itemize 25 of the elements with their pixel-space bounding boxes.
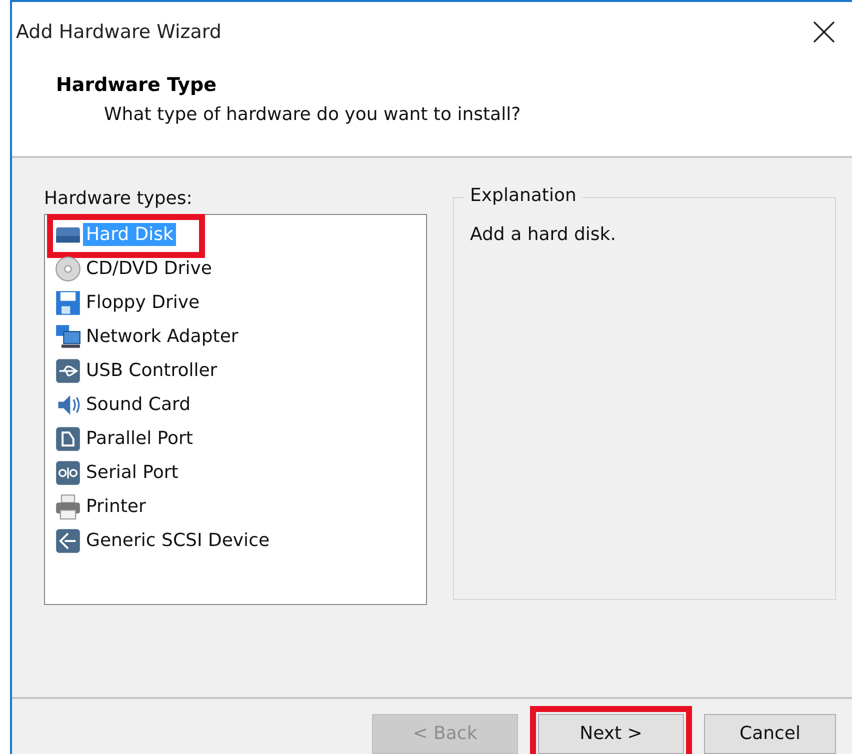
list-item[interactable]: Parallel Port (83, 427, 196, 450)
serial-port-icon (55, 460, 81, 486)
list-item[interactable]: Serial Port (83, 461, 182, 484)
page-title: Hardware Type (56, 74, 218, 96)
list-item[interactable]: Generic SCSI Device (83, 529, 273, 552)
disc-icon (55, 256, 81, 282)
device-icon (55, 528, 81, 554)
wizard-button[interactable]: Next > (538, 714, 684, 754)
group-title: Explanation (464, 184, 582, 206)
close-icon (813, 20, 835, 43)
network-computers-icon (55, 324, 81, 350)
page-subtitle: What type of hardware do you want to install? (104, 104, 522, 126)
window-title: Add Hardware Wizard (16, 20, 222, 43)
list-item[interactable]: Sound Card (83, 393, 194, 416)
list-item[interactable]: CD/DVD Drive (83, 257, 215, 280)
usb-icon (55, 358, 81, 384)
list-item[interactable]: Floppy Drive (83, 291, 203, 314)
port-icon (55, 426, 81, 452)
wizard-button[interactable]: Cancel (704, 714, 836, 754)
list-item[interactable]: USB Controller (83, 359, 220, 382)
printer-icon (55, 494, 81, 520)
list-item[interactable]: Network Adapter (83, 325, 242, 348)
list-item[interactable]: Printer (83, 495, 149, 518)
explanation-text: Add a hard disk. (470, 224, 616, 245)
list-label: Hardware types: (44, 188, 194, 211)
